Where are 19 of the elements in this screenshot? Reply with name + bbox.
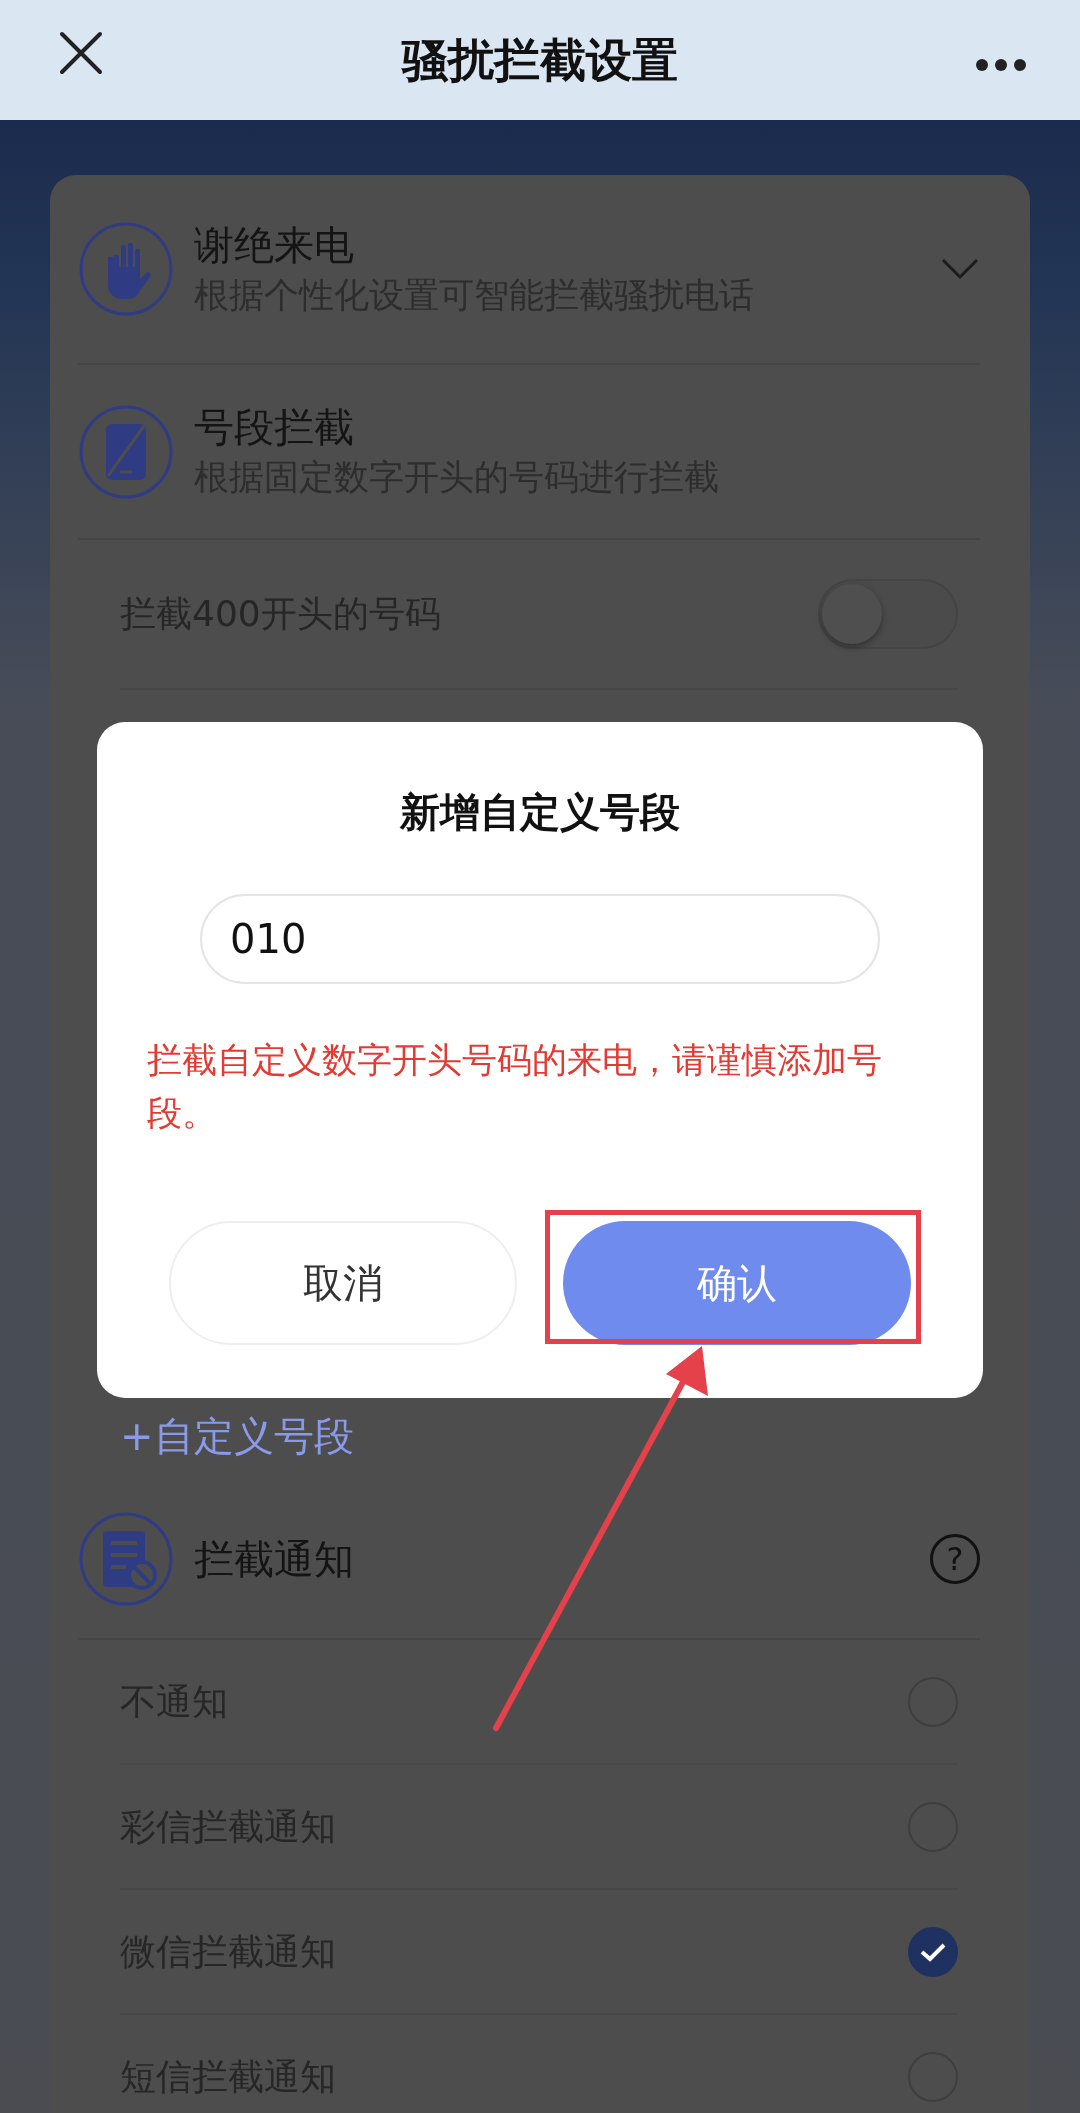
help-icon[interactable]: ? — [930, 1534, 980, 1584]
confirm-button[interactable]: 确认 — [563, 1221, 911, 1345]
dialog-title: 新增自定义号段 — [399, 788, 681, 837]
hand-icon — [78, 221, 174, 317]
section-title: 谢绝来电 — [194, 220, 355, 270]
close-icon — [58, 30, 104, 76]
phone-icon — [78, 403, 174, 500]
close-button[interactable] — [58, 30, 104, 76]
radio-button[interactable] — [908, 1926, 958, 1977]
warning-text: 拦截自定义数字开头号码的来电，请谨慎添加号段。 — [147, 1039, 883, 1135]
document-icon — [78, 1511, 174, 1607]
section-title: 拦截通知 — [194, 1535, 355, 1584]
add-prefix-link[interactable]: +自定义号段 — [120, 1412, 354, 1460]
section-title: 号段拦截 — [194, 403, 355, 452]
page-title: 骚扰拦截设置 — [402, 31, 678, 89]
more-icon — [975, 57, 1027, 72]
chevron-icon[interactable] — [940, 257, 980, 282]
prefix-input-field[interactable]: 010 — [200, 894, 880, 984]
cancel-button[interactable]: 取消 — [169, 1221, 517, 1345]
